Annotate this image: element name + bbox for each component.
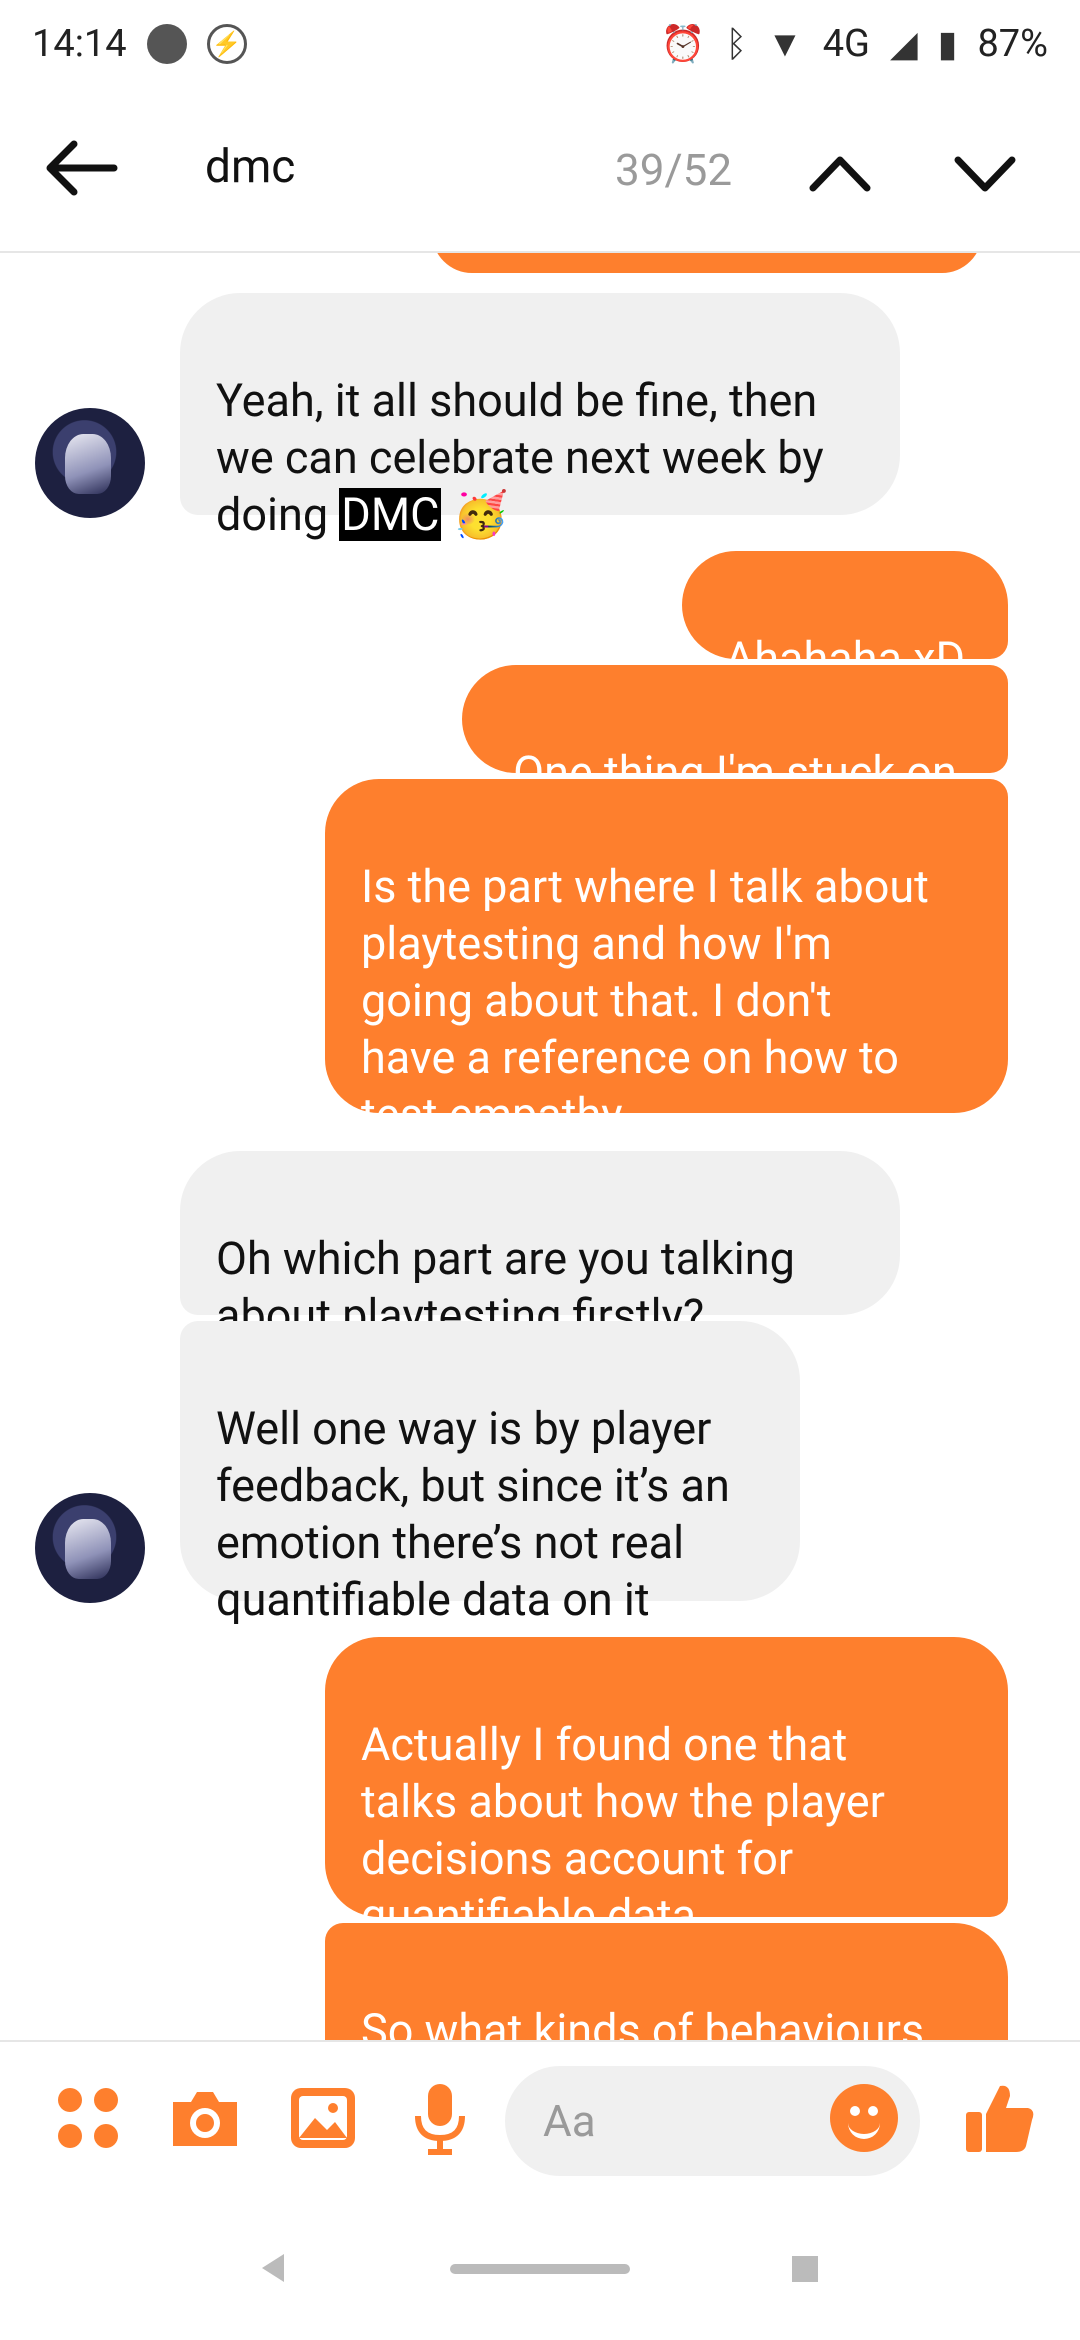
network-type: 4G [822, 22, 870, 66]
more-actions-icon[interactable] [48, 2078, 128, 2158]
system-navigation-bar [0, 2200, 1080, 2340]
message-text: So what kinds of behaviours provoked thr… [361, 2004, 925, 2040]
back-arrow-icon[interactable] [40, 138, 120, 198]
message-input-placeholder: Aa [543, 2095, 596, 2147]
status-bar: 14:14 ⚡ ⏰ ᛒ ▼ 4G ◢ ▮ 87% [0, 0, 1080, 88]
microphone-icon[interactable] [400, 2078, 480, 2158]
next-match-chevron-down-icon[interactable] [950, 148, 1020, 198]
message-bubble-outgoing[interactable]: Is the part where I talk about playtesti… [325, 779, 1008, 1141]
status-right: ⏰ ᛒ ▼ 4G ◢ ▮ 87% [661, 22, 1048, 66]
message-text: Yeah, it all should be fine, then we can… [216, 374, 824, 541]
gallery-image-icon[interactable] [283, 2078, 363, 2158]
thumbs-up-like-icon[interactable] [960, 2078, 1040, 2158]
message-bubble-partial[interactable] [432, 253, 982, 273]
message-bubble-incoming[interactable]: Yeah, it all should be fine, then we can… [180, 293, 900, 541]
message-list[interactable]: Yeah, it all should be fine, then we can… [0, 253, 1080, 2040]
message-bubble-outgoing[interactable]: Actually I found one that talks about ho… [325, 1637, 1008, 1942]
contact-avatar[interactable] [35, 408, 145, 518]
camera-icon[interactable] [165, 2078, 245, 2158]
message-composer: Aa [0, 2040, 1080, 2200]
nav-home-pill[interactable] [450, 2264, 630, 2274]
emoji-mouth [848, 2118, 880, 2139]
party-emoji-icon: 🥳 [452, 488, 509, 541]
nav-back-icon[interactable] [262, 2254, 284, 2282]
battery-icon: ▮ [937, 23, 958, 65]
message-bubble-outgoing[interactable]: So what kinds of behaviours provoked thr… [325, 1923, 1008, 2040]
message-text: Well one way is by player feedback, but … [216, 1402, 730, 1626]
battery-percent: 87% [977, 22, 1048, 66]
wifi-icon: ▼ [767, 23, 803, 65]
message-bubble-incoming[interactable]: Oh which part are you talking about play… [180, 1151, 900, 1342]
search-header: dmc 39/52 [0, 88, 1080, 253]
status-left: 14:14 ⚡ [32, 22, 247, 66]
message-text: Is the part where I talk about playtesti… [361, 860, 929, 1141]
message-text: Actually I found one that talks about ho… [361, 1718, 885, 1942]
message-bubble-incoming[interactable]: Well one way is by player feedback, but … [180, 1321, 800, 1626]
previous-match-chevron-up-icon[interactable] [805, 148, 875, 198]
search-highlight: DMC [339, 488, 442, 541]
emoji-smiley-icon[interactable] [830, 2084, 898, 2152]
message-bubble-outgoing[interactable]: Ahahaha xD [682, 551, 1008, 685]
alarm-icon: ⏰ [660, 23, 706, 65]
search-query-text[interactable]: dmc [205, 140, 295, 194]
messenger-notification-icon: ⚡ [206, 24, 247, 64]
message-bubble-outgoing[interactable]: One thing I'm stuck on [462, 665, 1008, 799]
contact-avatar[interactable] [35, 1493, 145, 1603]
notification-dot-icon [146, 24, 187, 64]
nav-recents-icon[interactable] [792, 2256, 818, 2282]
status-time: 14:14 [32, 22, 127, 66]
match-counter: 39/52 [615, 144, 733, 196]
signal-icon: ◢ [889, 23, 918, 65]
bluetooth-icon: ᛒ [725, 23, 748, 65]
